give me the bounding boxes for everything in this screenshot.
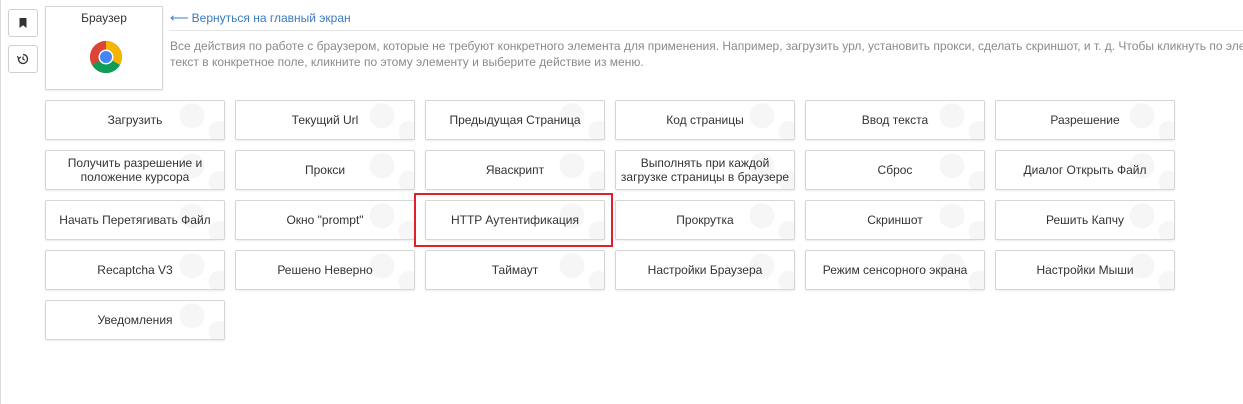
action-button-label: Текущий Url — [291, 113, 359, 127]
browser-card-title: Браузер — [81, 11, 127, 25]
description-line-2: текст в конкретное поле, кликните по это… — [170, 55, 644, 69]
action-button[interactable]: Сброс — [805, 150, 985, 190]
action-button[interactable]: Ввод текста — [805, 100, 985, 140]
action-button[interactable]: Настройки Мыши — [995, 250, 1175, 290]
action-button[interactable]: Recaptcha V3 — [45, 250, 225, 290]
action-button[interactable]: Текущий Url — [235, 100, 415, 140]
action-button-label: Сброс — [877, 163, 913, 177]
action-button-label: Ввод текста — [861, 113, 929, 127]
action-button-label: Прокси — [304, 163, 346, 177]
page: Браузер ⟵ Вернуться на главный экран Все… — [0, 0, 1243, 404]
action-button[interactable]: Окно "prompt" — [235, 200, 415, 240]
action-button-label: Яваскрипт — [485, 163, 545, 177]
action-button[interactable]: Таймаут — [425, 250, 605, 290]
action-button[interactable]: Предыдущая Страница — [425, 100, 605, 140]
action-button-label: Начать Перетягивать Файл — [59, 213, 211, 227]
action-button-label: HTTP Аутентификация — [450, 213, 579, 227]
action-button[interactable]: Настройки Браузера — [615, 250, 795, 290]
action-button-label: Код страницы — [666, 113, 744, 127]
description-line-1: Все действия по работе с браузером, кото… — [170, 39, 1243, 53]
action-button[interactable]: Разрешение — [995, 100, 1175, 140]
action-button[interactable]: Код страницы — [615, 100, 795, 140]
action-button-label: Диалог Открыть Файл — [1023, 163, 1147, 177]
action-button[interactable]: Уведомления — [45, 300, 225, 340]
action-button[interactable]: Прокси — [235, 150, 415, 190]
action-button-label: Уведомления — [97, 313, 173, 327]
action-button-label: Настройки Браузера — [647, 263, 763, 277]
action-button-label: Настройки Мыши — [1036, 263, 1134, 277]
bookmark-button[interactable] — [8, 9, 38, 37]
back-to-home-link[interactable]: ⟵ Вернуться на главный экран — [170, 10, 351, 26]
action-button-label: Режим сенсорного экрана — [822, 263, 968, 277]
chrome-logo-icon — [89, 41, 123, 74]
description: Все действия по работе с браузером, кото… — [170, 38, 1243, 70]
back-link-label: Вернуться на главный экран — [191, 11, 351, 25]
action-button-label: Получить разрешение и положение курсора — [67, 156, 203, 184]
action-button-label: Предыдущая Страница — [449, 113, 581, 127]
action-button[interactable]: Решить Капчу — [995, 200, 1175, 240]
arrow-left-icon: ⟵ — [170, 10, 189, 25]
bookmark-icon — [19, 18, 27, 28]
action-button[interactable]: Выполнять при каждой загрузке страницы в… — [615, 150, 795, 190]
action-button-label: Решить Капчу — [1046, 213, 1124, 227]
action-button[interactable]: Начать Перетягивать Файл — [45, 200, 225, 240]
action-button-label: Решено Неверно — [277, 263, 373, 277]
action-button-label: Recaptcha V3 — [97, 263, 173, 277]
action-button-label: Таймаут — [491, 263, 539, 277]
action-button-label: Окно "prompt" — [286, 213, 364, 227]
action-button[interactable]: Яваскрипт — [425, 150, 605, 190]
action-button[interactable]: HTTP Аутентификация — [425, 200, 605, 240]
browser-card: Браузер — [45, 6, 163, 90]
action-button-label: Загрузить — [107, 113, 163, 127]
action-button-label: Прокрутка — [676, 213, 734, 227]
divider — [169, 30, 1243, 31]
action-button[interactable]: Прокрутка — [615, 200, 795, 240]
history-icon — [17, 53, 29, 65]
action-button-label: Разрешение — [1050, 113, 1120, 127]
action-button[interactable]: Диалог Открыть Файл — [995, 150, 1175, 190]
action-button-label: Скриншот — [867, 213, 923, 227]
action-button[interactable]: Режим сенсорного экрана — [805, 250, 985, 290]
action-button[interactable]: Получить разрешение и положение курсора — [45, 150, 225, 190]
action-button[interactable]: Решено Неверно — [235, 250, 415, 290]
action-button-label: Выполнять при каждой загрузке страницы в… — [620, 156, 790, 184]
action-button[interactable]: Скриншот — [805, 200, 985, 240]
history-button[interactable] — [8, 45, 38, 73]
action-button[interactable]: Загрузить — [45, 100, 225, 140]
